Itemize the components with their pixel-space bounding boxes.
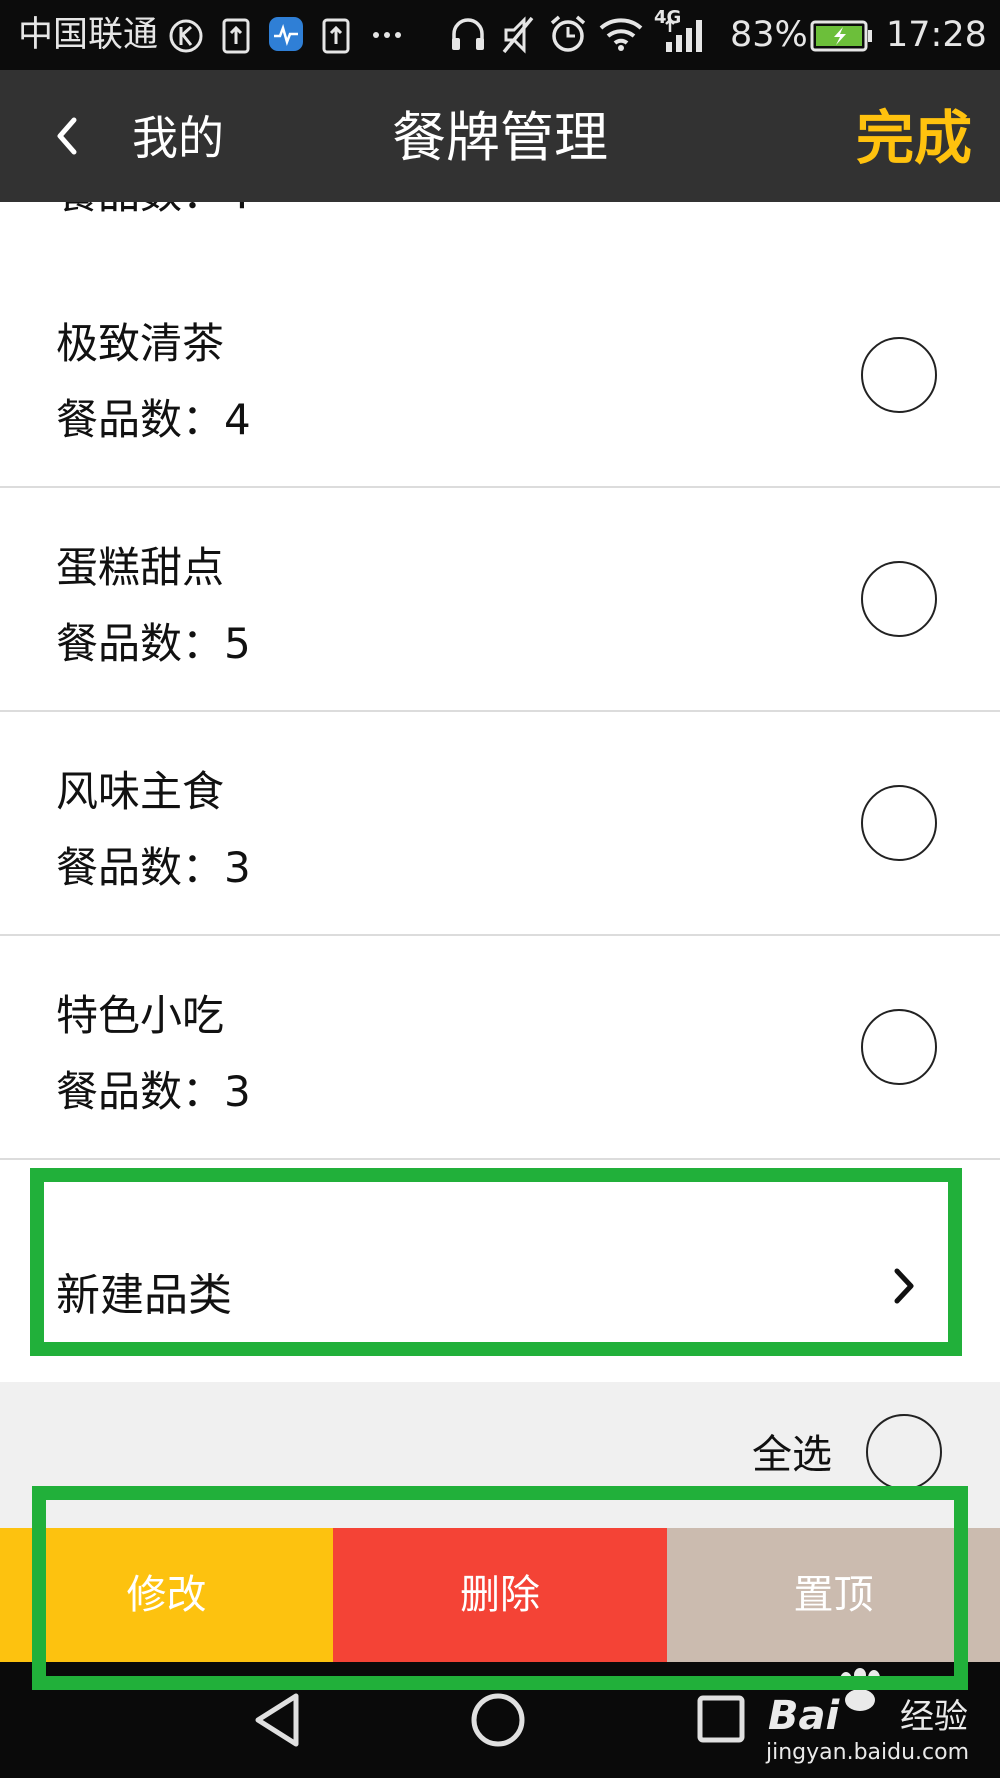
list-item[interactable]: 风味主食 餐品数：3: [0, 712, 1000, 936]
heartrate-app-icon: [269, 17, 303, 51]
alarm-icon: [550, 15, 586, 52]
item-count: 餐品数：5: [56, 619, 251, 668]
title-bar: 我的 餐牌管理 完成: [0, 70, 1000, 202]
k-circle-icon: [169, 19, 203, 53]
watermark-brand: Bai: [768, 1693, 840, 1739]
done-button[interactable]: 完成: [856, 106, 972, 170]
watermark-brand-suffix: 经验: [900, 1697, 968, 1737]
nav-recents-icon[interactable]: [696, 1694, 746, 1744]
clock: 17:28: [886, 15, 987, 55]
carrier-label: 中国联通: [18, 15, 159, 55]
mute-icon: [502, 16, 534, 54]
item-name: 风味主食: [56, 767, 225, 816]
more-dots-icon: [373, 32, 401, 38]
select-all-label: 全选: [752, 1432, 832, 1478]
list-item[interactable]: 特色小吃 餐品数：3: [0, 936, 1000, 1160]
page-title: 餐牌管理: [392, 106, 608, 169]
list-item-partial: 餐品数：4: [0, 202, 1000, 266]
status-bar: 中国联通 4G 83% 17:28: [0, 0, 1000, 70]
item-select-radio[interactable]: [861, 1009, 937, 1085]
upload-box-icon: [322, 18, 350, 54]
headphones-icon: [452, 18, 484, 50]
item-select-radio[interactable]: [861, 561, 937, 637]
list-item[interactable]: 蛋糕甜点 餐品数：5: [0, 488, 1000, 712]
list-item[interactable]: 极致清茶 餐品数：4: [0, 264, 1000, 488]
item-count: 餐品数：3: [56, 1067, 251, 1116]
battery-charging-icon: [810, 20, 872, 52]
item-select-radio[interactable]: [861, 785, 937, 861]
upload-box-icon: [222, 18, 250, 54]
item-count: 餐品数：4: [56, 202, 251, 220]
watermark-url: jingyan.baidu.com: [766, 1740, 970, 1765]
annotation-box-new-category: [30, 1168, 962, 1356]
item-name: 蛋糕甜点: [56, 543, 225, 592]
annotation-box-action-buttons: [32, 1486, 968, 1690]
battery-percent: 83%: [730, 15, 808, 55]
signal-icon: [665, 18, 702, 52]
select-all-radio[interactable]: [866, 1414, 942, 1490]
item-name: 极致清茶: [56, 319, 225, 368]
wifi-icon: [599, 18, 643, 51]
item-count: 餐品数：3: [56, 843, 251, 892]
item-name: 特色小吃: [56, 991, 225, 1040]
item-count: 餐品数：4: [56, 395, 251, 444]
item-select-radio[interactable]: [861, 337, 937, 413]
nav-back-icon[interactable]: [252, 1692, 304, 1748]
nav-home-icon[interactable]: [470, 1692, 526, 1748]
